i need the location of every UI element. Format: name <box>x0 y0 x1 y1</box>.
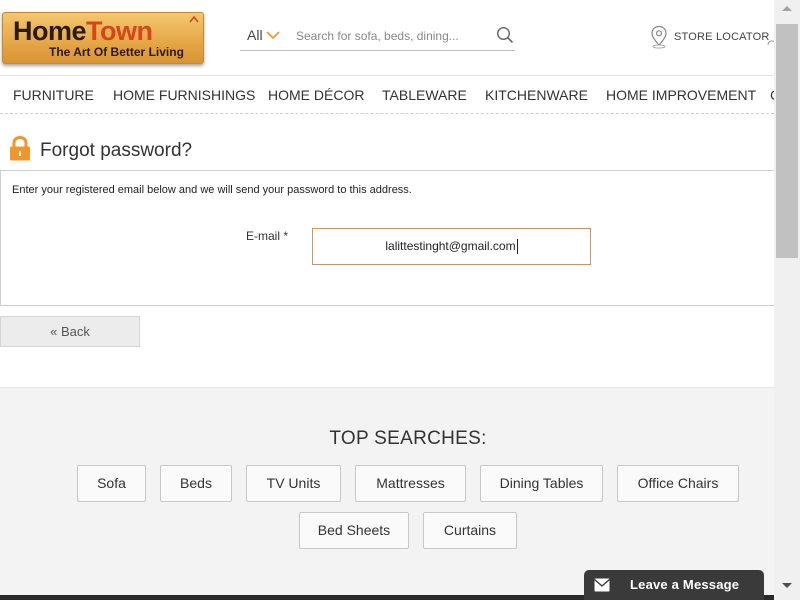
nav-item-tableware[interactable]: TABLEWARE <box>382 87 467 103</box>
top-search-chip-tv-units[interactable]: TV Units <box>246 465 341 502</box>
logo[interactable]: HomeTown The Art Of Better Living <box>2 12 204 64</box>
top-search-chip-mattresses[interactable]: Mattresses <box>355 465 466 502</box>
page: HomeTown The Art Of Better Living All Se… <box>0 0 800 600</box>
mail-icon <box>594 578 610 592</box>
top-search-chip-bed-sheets[interactable]: Bed Sheets <box>299 512 409 549</box>
search-icon[interactable] <box>496 26 514 44</box>
location-pin-icon <box>651 25 667 49</box>
email-label: E-mail * <box>246 229 289 243</box>
form-description: Enter your registered email below and we… <box>12 184 412 196</box>
user-icon[interactable] <box>767 34 774 46</box>
top-search-chip-beds[interactable]: Beds <box>160 465 232 502</box>
text-caret <box>516 239 518 255</box>
search-input[interactable] <box>296 25 486 47</box>
nav-item-home-improvement[interactable]: HOME IMPROVEMENT <box>606 87 756 103</box>
header: HomeTown The Art Of Better Living All Se… <box>0 0 774 75</box>
top-search-chip-curtains[interactable]: Curtains <box>423 512 517 549</box>
lock-icon <box>10 136 30 161</box>
logo-roof-icon <box>189 15 199 23</box>
scroll-up-arrow-icon[interactable] <box>782 6 792 11</box>
store-locator-label: STORE LOCATOR <box>674 31 770 43</box>
leave-message-widget[interactable]: Leave a Message <box>584 570 764 600</box>
logo-tagline: The Art Of Better Living <box>49 45 184 59</box>
nav-item-home-furnishings[interactable]: HOME FURNISHINGS <box>113 87 255 103</box>
search-category-select[interactable]: All <box>247 27 263 43</box>
scrollbar-thumb[interactable] <box>776 24 798 258</box>
page-scrollbar[interactable] <box>774 0 800 600</box>
main-nav: FURNITURE HOME FURNISHINGS HOME DÉCOR TA… <box>0 75 774 114</box>
email-field-value: lalittestinght@gmail.com <box>385 239 516 253</box>
store-locator-link[interactable]: STORE LOCATOR <box>650 25 770 49</box>
chevron-down-icon[interactable] <box>266 30 280 40</box>
back-button[interactable]: « Back <box>0 316 140 347</box>
page-title: Forgot password? <box>40 140 193 161</box>
leave-message-label: Leave a Message <box>630 577 740 592</box>
top-search-chip-office-chairs[interactable]: Office Chairs <box>617 465 739 502</box>
forgot-password-form: Enter your registered email below and we… <box>0 170 774 306</box>
page-content: HomeTown The Art Of Better Living All Se… <box>0 0 774 600</box>
email-field[interactable]: lalittestinght@gmail.com <box>312 228 591 265</box>
scroll-down-arrow-icon[interactable] <box>782 583 792 588</box>
nav-item-furniture[interactable]: FURNITURE <box>13 87 94 103</box>
top-searches-title: TOP SEARCHES: <box>329 428 487 449</box>
top-search-chip-sofa[interactable]: Sofa <box>77 465 146 502</box>
search-bar: All <box>240 22 515 51</box>
nav-item-home-decor[interactable]: HOME DÉCOR <box>268 87 364 103</box>
nav-item-kitchenware[interactable]: KITCHENWARE <box>485 87 588 103</box>
top-search-chip-dining-tables[interactable]: Dining Tables <box>480 465 603 502</box>
logo-name: HomeTown <box>13 16 153 46</box>
top-searches-section: TOP SEARCHES: Sofa Beds TV Units Mattres… <box>0 387 774 600</box>
